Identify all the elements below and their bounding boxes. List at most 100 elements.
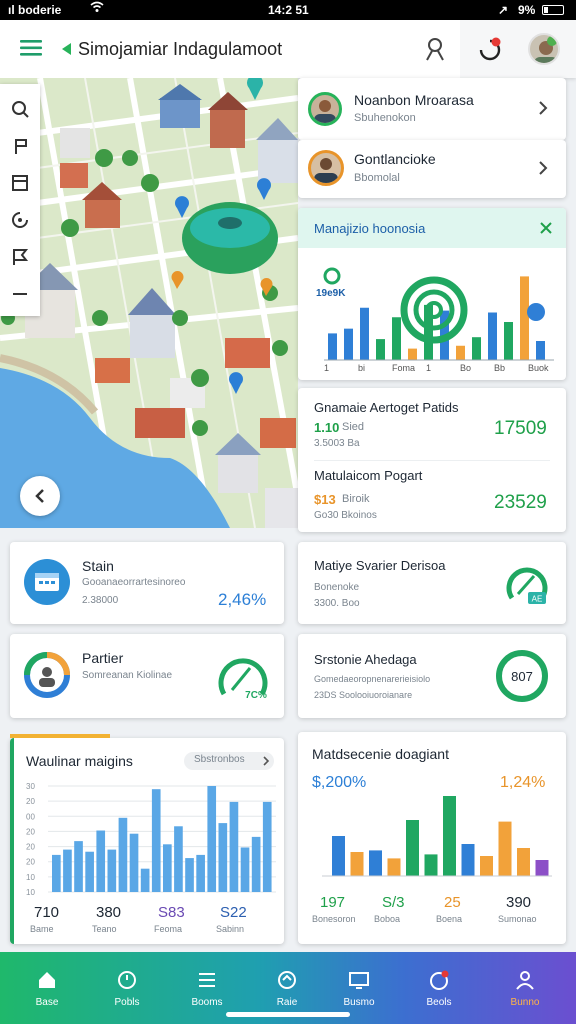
stat-sub: Gooanaeorrartesinoreo <box>82 577 186 588</box>
signal-icon: ↗ <box>498 3 509 17</box>
range-dropdown[interactable]: Sbstronbos <box>184 752 274 770</box>
chart-left-value: $,200% <box>312 774 367 791</box>
nav-item-refresh[interactable]: Raie <box>246 958 328 1018</box>
footer-value: 390 <box>506 894 532 911</box>
pin-tool-icon[interactable] <box>0 129 40 163</box>
menu-icon[interactable] <box>20 39 42 62</box>
footer-label: Bonesoron <box>312 914 356 924</box>
chart-bar <box>328 333 337 360</box>
y-tick-label: 20 <box>26 858 35 867</box>
nav-item-alert[interactable]: Beols <box>398 958 480 1018</box>
nav-item-circle[interactable]: Pobls <box>86 958 168 1018</box>
status-bar: ıl boderie 14:2 51 ↗ 9% <box>0 0 576 20</box>
stat-card-4[interactable]: Srstonie Ahedaga Gomedaeoropnenarerieisi… <box>298 634 566 718</box>
chart-title: Waulinar maigins <box>26 753 133 769</box>
flag-icon[interactable] <box>0 240 40 274</box>
chart-bar <box>107 849 117 892</box>
y-tick-label: 20 <box>26 797 35 806</box>
footer-value: S22 <box>220 904 247 921</box>
stat-card-3[interactable]: Partier Somreanan Kiolinae 7C% <box>10 634 284 718</box>
stat-sub: Somreanan Kiolinae <box>82 670 173 681</box>
chart-left-svg: 30 20 00 20 20 20 10 10 <box>26 782 276 897</box>
notification-icon[interactable] <box>478 37 502 66</box>
profile-search-icon[interactable] <box>424 37 446 66</box>
metric-sub: Go30 Bkoinos <box>314 510 377 521</box>
avatar <box>308 92 342 126</box>
ring-graphic <box>400 276 468 344</box>
chart-bar <box>118 817 128 892</box>
location-icon[interactable] <box>0 203 40 237</box>
footer-label: Boboa <box>374 914 401 924</box>
y-tick-label: 00 <box>26 812 35 821</box>
chart-bar <box>536 341 545 360</box>
tick-label: Bb <box>494 363 506 373</box>
avatar[interactable] <box>528 33 560 65</box>
map-view[interactable] <box>0 78 298 528</box>
chart-right-svg <box>322 796 552 877</box>
chart-bar <box>63 849 72 892</box>
zoom-out-icon[interactable] <box>0 277 40 311</box>
stat-sub2: 2.38000 <box>82 595 119 606</box>
layers-icon[interactable] <box>0 166 40 200</box>
chart-bar <box>251 836 261 892</box>
footer-value: 380 <box>96 904 122 921</box>
stat-title: Matiye Svarier Derisoa <box>314 558 446 573</box>
map-back-button[interactable] <box>20 476 60 516</box>
chart-bar <box>96 830 106 892</box>
stat-sub2: 3300. Boo <box>314 598 360 609</box>
nav-item-person[interactable]: Bunno <box>484 958 566 1018</box>
chart-bar <box>498 821 512 876</box>
person-card-2[interactable]: Gontlancioke Bbomolal <box>298 140 566 198</box>
tick-label: bi <box>358 363 366 373</box>
chart-bar <box>85 851 94 892</box>
chart-title: Matdsecenie doagiant <box>312 746 449 762</box>
close-icon[interactable] <box>540 221 552 239</box>
stat-card-2[interactable]: Matiye Svarier Derisoa Bonenoke 3300. Bo… <box>298 542 566 624</box>
person-icon <box>516 970 534 990</box>
chart-bar <box>207 786 217 892</box>
battery-icon <box>542 5 564 15</box>
metric-value-big: 17509 <box>494 418 547 439</box>
footer-label: Feoma <box>154 924 183 934</box>
chart-bar <box>229 801 239 892</box>
chart-bar <box>520 276 529 360</box>
chart-bar <box>406 820 419 876</box>
chart-bar <box>360 307 369 360</box>
chart-bar <box>392 317 401 360</box>
chart-bar <box>350 852 364 876</box>
chevron-left-icon <box>35 489 44 503</box>
chart-bar <box>517 848 530 876</box>
stat-sub2: 23DS Soolooiuoroianare <box>314 690 413 700</box>
carrier-text: ıl boderie <box>8 3 62 17</box>
chart-bar <box>218 823 228 892</box>
clock-text: 14:2 51 <box>268 3 309 17</box>
tick-label: Foma <box>392 363 416 373</box>
person-name: Gontlancioke <box>354 151 436 167</box>
nav-item-monitor[interactable]: Busmo <box>318 958 400 1018</box>
metric-sub: 3.5003 Ba <box>314 438 360 449</box>
chevron-right-icon[interactable] <box>538 100 548 121</box>
gauge-label: 7C% <box>245 690 267 701</box>
nav-item-home[interactable]: Base <box>6 958 88 1018</box>
chart-top-svg <box>323 267 554 361</box>
app-bar: Simojamiar Indagulamoot <box>0 20 576 78</box>
footer-value: 25 <box>444 894 461 911</box>
ring-value: 807 <box>496 650 548 702</box>
nav-item-list[interactable]: Booms <box>166 958 248 1018</box>
person-card-1[interactable]: Noanbon Mroarasa Sbuhenokon <box>298 78 566 140</box>
chevron-right-icon[interactable] <box>538 160 548 181</box>
footer-value: S/3 <box>382 894 405 911</box>
stat-card-1[interactable]: Stain Gooanaeorrartesinoreo 2.38000 2,46… <box>10 542 284 624</box>
y-tick-label: 10 <box>26 873 35 882</box>
y-tick-label: 20 <box>26 827 35 836</box>
home-indicator <box>226 1012 350 1017</box>
gauge-icon: 7C% <box>218 658 268 701</box>
metric-card[interactable]: Gnamaie Aertoget Patids 1.10 Sied 3.5003… <box>298 388 566 532</box>
chart-card-top: Manajizio hoonosia 19e9K 1 bi Foma 1 Bo Bb Buo… <box>298 208 566 380</box>
chart-bar <box>461 844 475 876</box>
search-icon[interactable] <box>0 92 40 126</box>
person-sub: Bbomolal <box>354 172 400 184</box>
metric-title: Gnamaie Aertoget Patids <box>314 400 459 415</box>
metric-value-big: 23529 <box>494 492 547 513</box>
chart-bar <box>456 345 465 360</box>
